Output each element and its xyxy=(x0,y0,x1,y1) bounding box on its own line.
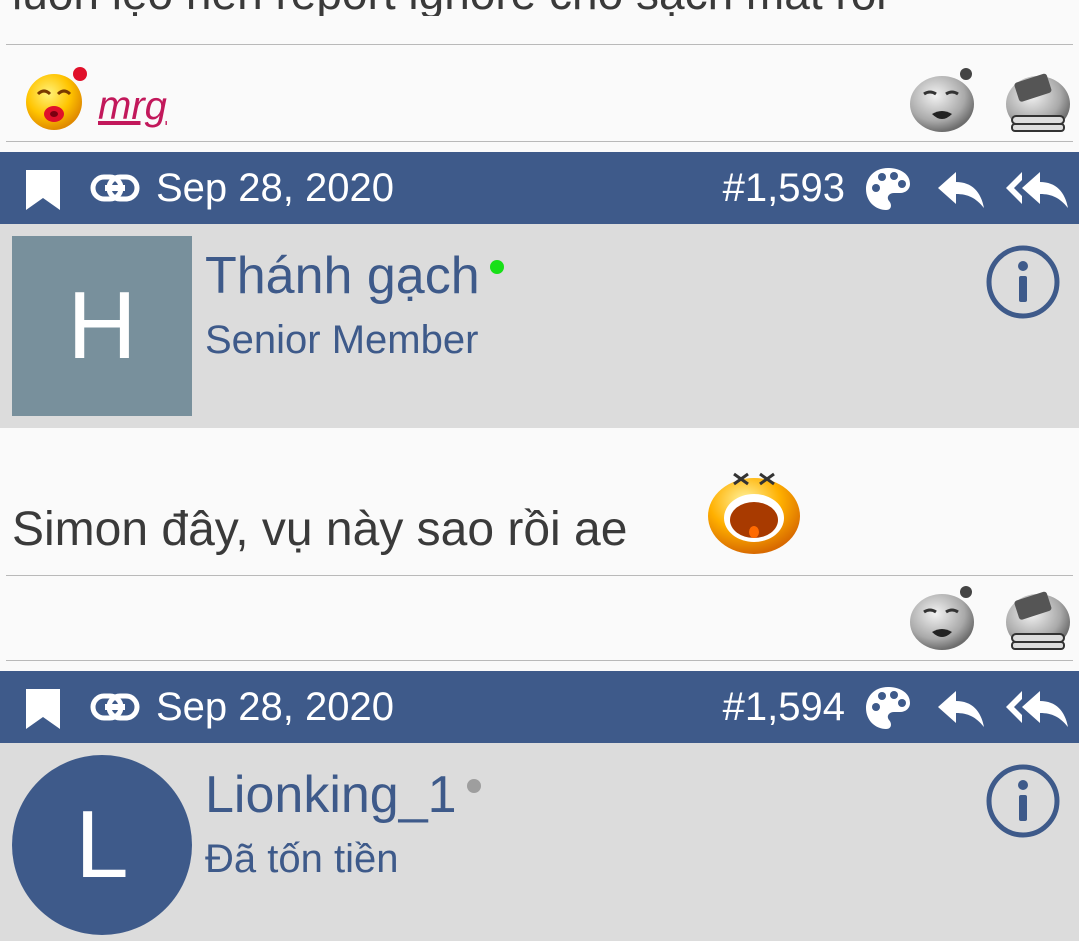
kiss-emoji-icon xyxy=(26,67,87,130)
reply-icon[interactable] xyxy=(936,170,986,210)
user-title: Senior Member xyxy=(205,318,479,362)
reply-all-icon[interactable] xyxy=(1006,170,1070,210)
username[interactable]: Lionking_1 xyxy=(205,765,481,825)
bored-face-icon[interactable] xyxy=(1002,64,1072,134)
avatar[interactable]: H xyxy=(12,236,192,416)
sleepy-face-icon[interactable] xyxy=(908,582,978,652)
user-panel: H Thánh gạch Senior Member xyxy=(0,224,1079,428)
avatar[interactable]: L xyxy=(12,755,192,935)
sleepy-face-icon[interactable] xyxy=(908,64,978,134)
username-text[interactable]: Thánh gạch xyxy=(205,247,480,305)
link-icon[interactable] xyxy=(90,689,140,725)
divider xyxy=(6,141,1073,142)
reply-icon[interactable] xyxy=(936,689,986,729)
post-body-text: Simon đây, vụ này sao rồi ae xyxy=(12,503,628,556)
link-icon[interactable] xyxy=(90,170,140,206)
offline-status-dot xyxy=(466,779,481,794)
palette-icon[interactable] xyxy=(864,685,912,731)
username[interactable]: Thánh gạch xyxy=(205,246,504,306)
divider xyxy=(6,660,1073,661)
username-text[interactable]: Lionking_1 xyxy=(205,766,457,824)
post-number[interactable]: #1,594 xyxy=(723,684,845,730)
user-title: Đã tốn tiền xyxy=(205,837,399,881)
palette-icon[interactable] xyxy=(864,166,912,212)
reactor-username-link[interactable]: mrg xyxy=(98,82,167,130)
post-date[interactable]: Sep 28, 2020 xyxy=(156,684,394,730)
online-status-dot xyxy=(489,260,504,275)
shouting-emoji-icon xyxy=(708,472,800,554)
info-icon[interactable] xyxy=(985,244,1061,320)
divider xyxy=(6,575,1073,576)
bookmark-icon[interactable] xyxy=(24,687,62,731)
post-header-bar: Sep 28, 2020 #1,594 xyxy=(0,671,1079,743)
post-number[interactable]: #1,593 xyxy=(723,165,845,211)
post-date[interactable]: Sep 28, 2020 xyxy=(156,165,394,211)
reply-all-icon[interactable] xyxy=(1006,689,1070,729)
post-header-bar: Sep 28, 2020 #1,593 xyxy=(0,152,1079,224)
info-icon[interactable] xyxy=(985,763,1061,839)
user-panel: L Lionking_1 Đã tốn tiền xyxy=(0,743,1079,941)
bored-face-icon[interactable] xyxy=(1002,582,1072,652)
bookmark-icon[interactable] xyxy=(24,168,62,212)
previous-post-text: luôn lẹo nên report ignore cho sạch mắt … xyxy=(12,0,1072,16)
